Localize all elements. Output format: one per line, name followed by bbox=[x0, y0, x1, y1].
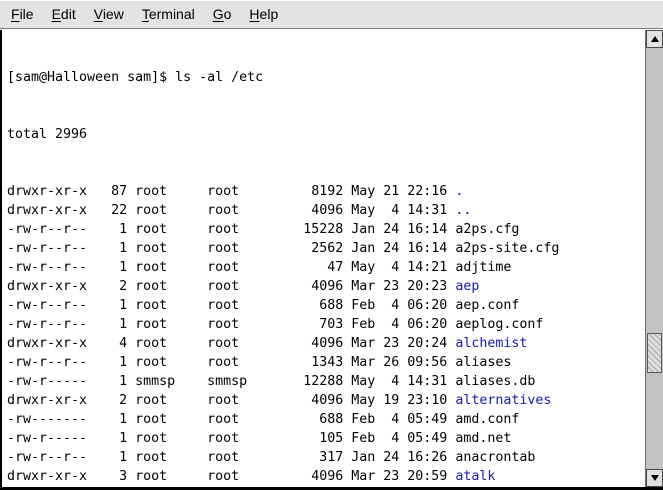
file-name: alchemist bbox=[455, 336, 527, 351]
listing-row: -rw-r--r-- 1 root root 688 Feb 4 06:20 a… bbox=[7, 296, 645, 315]
file-name: . bbox=[455, 184, 463, 199]
file-name: adjtime bbox=[455, 260, 511, 275]
terminal-screen[interactable]: [sam@Halloween sam]$ ls -al /etc total 2… bbox=[2, 30, 645, 487]
listing-row: -rw-r--r-- 1 root root 317 Jan 24 16:26 … bbox=[7, 448, 645, 467]
scrollbar-track[interactable] bbox=[646, 48, 663, 469]
scroll-down-icon bbox=[651, 475, 659, 481]
terminal-region: [sam@Halloween sam]$ ls -al /etc total 2… bbox=[0, 30, 663, 490]
menu-item-help[interactable]: Help bbox=[240, 2, 287, 27]
file-name: alternatives bbox=[455, 393, 551, 408]
terminal-output: [sam@Halloween sam]$ ls -al /etc total 2… bbox=[7, 30, 645, 239]
listing-row: -rw-r--r-- 1 root root 47 May 4 14:21 ad… bbox=[7, 258, 645, 277]
menu-bar: FileEditViewTerminalGoHelp bbox=[0, 0, 663, 29]
scrollbar bbox=[645, 30, 663, 487]
file-name: aep.conf bbox=[455, 298, 519, 313]
file-name: .. bbox=[455, 203, 471, 218]
terminal-window: FileEditViewTerminalGoHelp [sam@Hallowee… bbox=[0, 0, 663, 490]
scrollbar-thumb[interactable] bbox=[647, 333, 662, 373]
listing-row: drwxr-xr-x 2 root root 4096 Mar 23 20:23… bbox=[7, 277, 645, 296]
listing-row: drwxr-xr-x 22 root root 4096 May 4 14:31… bbox=[7, 201, 645, 220]
menu-item-terminal[interactable]: Terminal bbox=[133, 2, 204, 27]
listing-row: -rw-r----- 1 root root 105 Feb 4 05:49 a… bbox=[7, 429, 645, 448]
listing-row: drwxr-xr-x 4 root root 4096 Mar 23 20:24… bbox=[7, 334, 645, 353]
file-name: aeplog.conf bbox=[455, 317, 543, 332]
file-listing: drwxr-xr-x 87 root root 8192 May 21 22:1… bbox=[7, 182, 645, 201]
scroll-up-button[interactable] bbox=[646, 30, 663, 48]
listing-row: -rw------- 1 root root 688 Feb 4 05:49 a… bbox=[7, 410, 645, 429]
file-name: aliases bbox=[455, 355, 511, 370]
listing-row: drwxr-xr-x 3 root root 4096 Mar 23 20:59… bbox=[7, 467, 645, 486]
file-name: aep bbox=[455, 279, 479, 294]
menu-item-edit[interactable]: Edit bbox=[43, 2, 85, 27]
file-name: anacrontab bbox=[455, 450, 535, 465]
file-name: amd.net bbox=[455, 431, 511, 446]
menu-item-file[interactable]: File bbox=[2, 2, 43, 27]
listing-row: -rw-r----- 1 smmsp smmsp 12288 May 4 14:… bbox=[7, 372, 645, 391]
listing-row: -rw-r--r-- 1 root root 2562 Jan 24 16:14… bbox=[7, 239, 645, 258]
menu-item-go[interactable]: Go bbox=[204, 2, 241, 27]
listing-row: drwxr-xr-x 87 root root 8192 May 21 22:1… bbox=[7, 182, 645, 201]
listing-row: -rw-r--r-- 1 root root 703 Feb 4 06:20 a… bbox=[7, 315, 645, 334]
file-name: amd.conf bbox=[455, 412, 519, 427]
menu-item-view[interactable]: View bbox=[85, 2, 133, 27]
listing-row: -rw-r--r-- 1 root root 15228 Jan 24 16:1… bbox=[7, 220, 645, 239]
total-line: total 2996 bbox=[7, 125, 645, 144]
listing-row: -rw------- 1 root root 1 Jan 24 16:45 at… bbox=[7, 486, 645, 487]
scroll-down-button[interactable] bbox=[646, 469, 663, 487]
file-name: a2ps-site.cfg bbox=[455, 241, 559, 256]
file-name: a2ps.cfg bbox=[455, 222, 519, 237]
scroll-up-icon bbox=[651, 36, 659, 42]
listing-row: -rw-r--r-- 1 root root 1343 Mar 26 09:56… bbox=[7, 353, 645, 372]
listing-row: drwxr-xr-x 2 root root 4096 May 19 23:10… bbox=[7, 391, 645, 410]
file-name: atalk bbox=[455, 469, 495, 484]
file-name: aliases.db bbox=[455, 374, 535, 389]
prompt-line: [sam@Halloween sam]$ ls -al /etc bbox=[7, 68, 645, 87]
